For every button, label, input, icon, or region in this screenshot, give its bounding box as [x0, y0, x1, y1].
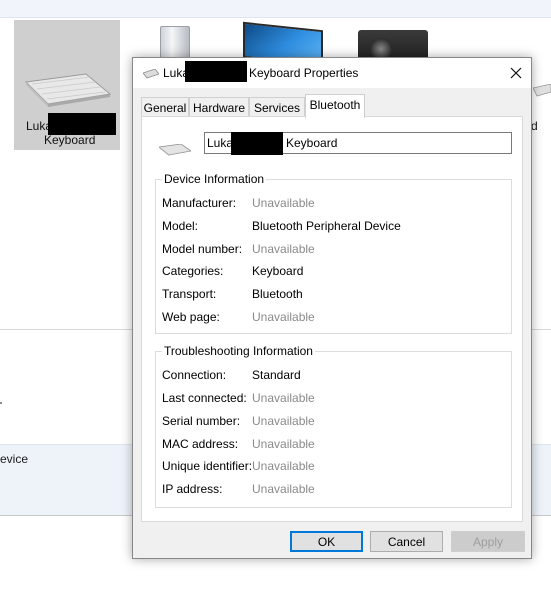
row-label: Transport:: [162, 287, 217, 301]
row-label: Web page:: [162, 310, 220, 324]
row-value: Bluetooth Peripheral Device: [252, 219, 401, 233]
device-tile-label: d: [531, 119, 538, 133]
row-label: Unique identifier:: [162, 459, 253, 473]
dialog-title-suffix: Keyboard Properties: [249, 66, 359, 80]
row-value: Bluetooth: [252, 287, 303, 301]
cancel-button[interactable]: Cancel: [370, 531, 443, 552]
row-value: Unavailable: [252, 437, 315, 451]
group-title: Troubleshooting Information: [162, 344, 315, 358]
details-text: evice: [0, 452, 29, 466]
redaction-block: [231, 132, 283, 155]
row-value: Unavailable: [252, 414, 315, 428]
tab-services[interactable]: Services: [249, 97, 305, 117]
row-label: Categories:: [162, 264, 224, 278]
title-bar[interactable]: Luka Keyboard Properties: [133, 58, 531, 88]
troubleshooting-group: Troubleshooting Information Connection: …: [155, 344, 512, 508]
row-label: IP address:: [162, 482, 223, 496]
row-value: Keyboard: [252, 264, 304, 278]
tab-hardware[interactable]: Hardware: [189, 97, 249, 117]
ok-button[interactable]: OK: [290, 531, 363, 552]
group-title: Device Information: [162, 172, 267, 186]
bluetooth-panel: Luka Keyboard Device Information Manufac…: [141, 116, 523, 522]
device-name-prefix: Luka: [207, 136, 234, 150]
device-tile-label-suffix: Keyboard: [44, 133, 96, 147]
keyboard-icon: [532, 83, 551, 101]
row-label: Model:: [162, 219, 199, 233]
device-name-suffix: Keyboard: [286, 136, 338, 150]
close-button[interactable]: [503, 60, 529, 86]
background-toolbar: [0, 0, 551, 18]
device-name-field[interactable]: Luka Keyboard: [204, 132, 512, 155]
redaction-block: [48, 113, 116, 135]
row-label: Serial number:: [162, 414, 241, 428]
row-label: Connection:: [162, 368, 227, 382]
device-information-group: Device Information Manufacturer: Unavail…: [155, 172, 512, 334]
tab-bluetooth[interactable]: Bluetooth: [305, 94, 365, 118]
row-label: MAC address:: [162, 437, 239, 451]
close-icon: [510, 67, 522, 79]
redaction-block: [185, 61, 247, 82]
row-value: Unavailable: [252, 482, 315, 496]
row-value: Unavailable: [252, 242, 315, 256]
keyboard-icon: [22, 72, 112, 111]
properties-dialog: Luka Keyboard Properties General Hardwar…: [132, 57, 532, 559]
keyboard-icon: [158, 143, 193, 159]
row-value: Unavailable: [252, 459, 315, 473]
row-value: Unavailable: [252, 391, 315, 405]
apply-button[interactable]: Apply: [451, 531, 525, 552]
row-label: Model number:: [162, 242, 243, 256]
tab-general[interactable]: General: [141, 97, 189, 117]
row-value: Unavailable: [252, 196, 315, 210]
dot: [0, 402, 2, 404]
keyboard-icon: [142, 68, 160, 82]
row-value: Standard: [252, 368, 301, 382]
row-label: Last connected:: [162, 391, 247, 405]
row-value: Unavailable: [252, 310, 315, 324]
row-label: Manufacturer:: [162, 196, 237, 210]
